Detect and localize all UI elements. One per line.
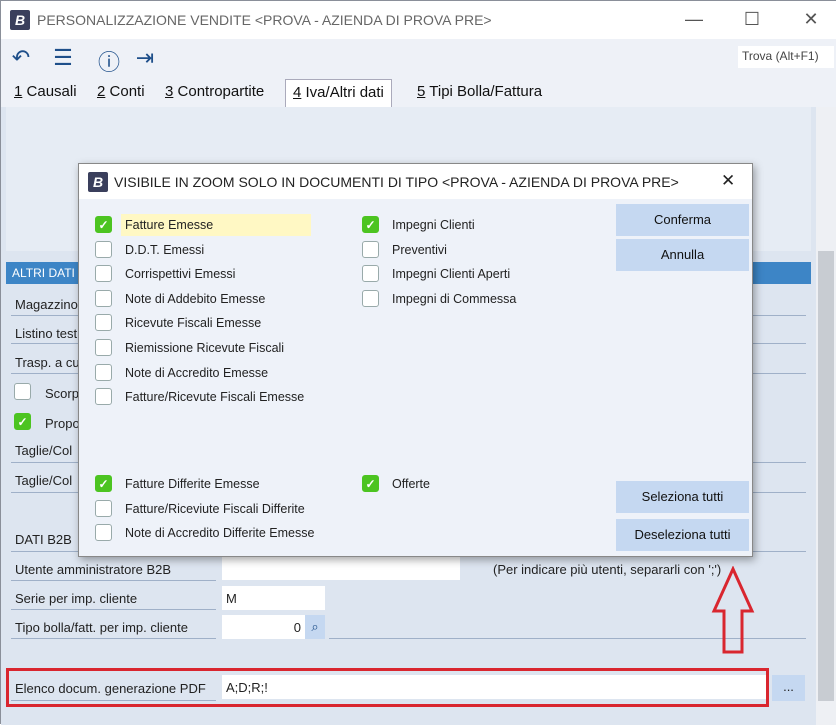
app-logo: B	[10, 10, 30, 30]
tab-iva-altri-dati[interactable]: 4 Iva/Altri dati	[285, 79, 392, 109]
checkbox-label[interactable]: Ricevute Fiscali Emesse	[125, 316, 261, 330]
back-icon[interactable]: ↶	[7, 45, 35, 71]
dialog-close-button[interactable]: ✕	[721, 171, 735, 191]
highlight-box	[6, 668, 769, 707]
checkbox-label[interactable]: Impegni di Commessa	[392, 292, 516, 306]
checkbox[interactable]: ✓	[362, 216, 379, 233]
checkbox-label[interactable]: Corrispettivi Emessi	[125, 267, 235, 281]
checkbox-label[interactable]: Offerte	[392, 477, 430, 491]
checkbox-label[interactable]: Note di Accredito Differite Emesse	[125, 526, 314, 540]
tab-causali[interactable]: 1 Causali	[14, 83, 77, 100]
checkbox[interactable]	[362, 289, 379, 307]
checkbox-label[interactable]: Fatture Emesse	[121, 214, 311, 236]
tab-conti[interactable]: 2 Conti	[97, 83, 145, 100]
checkbox-label[interactable]: D.D.T. Emessi	[125, 243, 204, 257]
minimize-button[interactable]: —	[679, 9, 709, 30]
menu-icon[interactable]: ☰	[49, 45, 77, 71]
maximize-button[interactable]: ☐	[737, 9, 767, 30]
find-input[interactable]: Trova (Alt+F1)	[738, 46, 834, 68]
row-label: Magazzino	[15, 297, 78, 312]
checkbox-label[interactable]: Fatture/Ricevute Fiscali Emesse	[125, 390, 304, 404]
toolbar	[1, 39, 836, 77]
close-button[interactable]: ✕	[796, 9, 826, 30]
checkbox-label[interactable]: Fatture Differite Emesse	[125, 477, 260, 491]
select-all-button[interactable]: Seleziona tutti	[616, 481, 749, 513]
utente-label: Utente amministratore B2B	[15, 562, 172, 577]
checkbox[interactable]	[95, 265, 112, 283]
checkbox[interactable]: ✓	[362, 475, 379, 492]
checkbox[interactable]	[95, 388, 112, 406]
search-icon[interactable]: ⌕	[305, 615, 325, 639]
confirm-button[interactable]: Conferma	[616, 204, 749, 236]
checkbox-label[interactable]: Riemissione Ricevute Fiscali	[125, 341, 284, 355]
b2b-header: DATI B2B	[15, 532, 72, 547]
checkbox[interactable]	[95, 289, 112, 307]
serie-input[interactable]: M	[222, 586, 325, 610]
row-label: Propo	[45, 416, 80, 431]
window-title: PERSONALIZZAZIONE VENDITE <PROVA - AZIEN…	[37, 12, 492, 28]
checkbox[interactable]	[95, 314, 112, 332]
scrollbar-thumb[interactable]	[818, 251, 834, 701]
checkbox[interactable]	[95, 524, 112, 542]
checkbox-label[interactable]: Fatture/Riceviute Fiscali Differite	[125, 502, 305, 516]
cancel-button[interactable]: Annulla	[616, 239, 749, 271]
utente-input[interactable]	[222, 556, 460, 580]
row-label: Trasp. a cu	[15, 355, 80, 370]
up-arrow-annotation	[711, 566, 755, 654]
checkbox[interactable]	[95, 240, 112, 258]
checkbox-label[interactable]: Preventivi	[392, 243, 447, 257]
checkbox[interactable]	[14, 383, 31, 400]
app-logo: B	[88, 172, 108, 192]
row-label: Taglie/Col	[15, 473, 73, 488]
checkbox[interactable]	[95, 363, 112, 381]
checkbox[interactable]: ✓	[14, 413, 31, 430]
dialog-title: VISIBILE IN ZOOM SOLO IN DOCUMENTI DI TI…	[114, 174, 679, 190]
tipo-label: Tipo bolla/fatt. per imp. cliente	[15, 620, 188, 635]
checkbox[interactable]	[362, 240, 379, 258]
checkbox-label[interactable]: Impegni Clienti	[392, 218, 475, 232]
row-label: Scorp	[45, 386, 79, 401]
checkbox-label[interactable]: Note di Addebito Emesse	[125, 292, 265, 306]
checkbox-label[interactable]: Note di Accredito Emesse	[125, 366, 268, 380]
deselect-all-button[interactable]: Deseleziona tutti	[616, 519, 749, 551]
utente-hint: (Per indicare più utenti, separarli con …	[493, 562, 722, 577]
checkbox[interactable]	[95, 339, 112, 356]
tipo-input[interactable]: 0	[222, 615, 305, 639]
checkbox[interactable]	[95, 499, 112, 517]
help-icon[interactable]: ⓘ	[95, 45, 123, 77]
checkbox[interactable]: ✓	[95, 475, 112, 492]
tab-tipi-bolla-fattura[interactable]: 5 Tipi Bolla/Fattura	[417, 83, 542, 100]
exit-icon[interactable]: ⇥	[131, 45, 159, 71]
checkbox[interactable]: ✓	[95, 216, 112, 233]
checkbox[interactable]	[362, 265, 379, 283]
row-label: Listino test	[15, 326, 78, 341]
document-type-dialog: B VISIBILE IN ZOOM SOLO IN DOCUMENTI DI …	[78, 163, 753, 557]
row-label: Taglie/Col	[15, 443, 73, 458]
serie-label: Serie per imp. cliente	[15, 591, 138, 606]
tab-contropartite[interactable]: 3 Contropartite	[165, 83, 264, 100]
checkbox-label[interactable]: Impegni Clienti Aperti	[392, 267, 510, 281]
browse-button[interactable]: ...	[772, 675, 805, 701]
